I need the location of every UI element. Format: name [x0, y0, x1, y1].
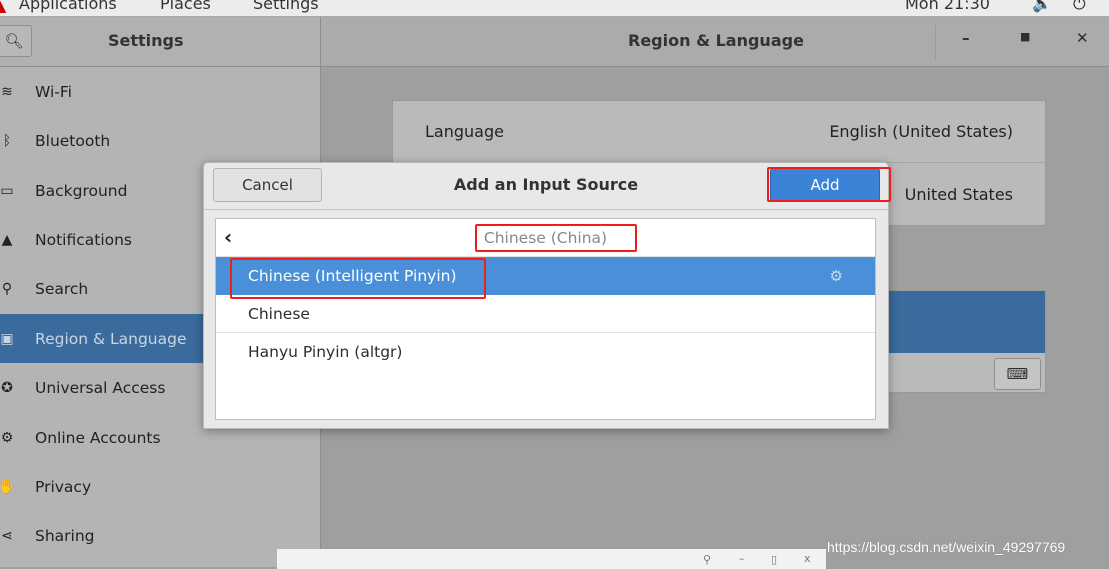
bell-icon: ▲ — [1, 231, 13, 248]
panel-title: Region & Language — [628, 31, 804, 50]
keyboard-layout-button[interactable]: ⌨ — [994, 358, 1041, 390]
search-icon: 🔍︎ — [4, 32, 24, 50]
settings-title: Settings — [108, 31, 184, 50]
sidebar-item-sharing[interactable]: ⋖ Sharing — [0, 511, 320, 560]
annotation-box-item — [230, 258, 486, 299]
annotation-box-add — [767, 167, 891, 202]
volume-icon[interactable]: 🔈 — [1032, 0, 1052, 13]
top-bar: ▲ Applications Places Settings Mon 21:30… — [0, 0, 1109, 17]
maximize-button[interactable]: ■ — [1020, 30, 1030, 43]
watermark: https://blog.csdn.net/weixin_49297769 — [827, 539, 1066, 555]
sidebar-item-wifi[interactable]: ≋ Wi-Fi — [0, 67, 320, 116]
camera-icon: ▣ — [0, 330, 14, 347]
accessibility-icon: ✪ — [1, 379, 13, 396]
settings-menu[interactable]: Settings — [253, 0, 319, 13]
share-icon: ⋖ — [1, 527, 13, 544]
settings-gear-icon[interactable]: ⚙ — [830, 267, 843, 285]
minimize-button[interactable]: – — [962, 29, 970, 47]
monitor-icon: ▭ — [0, 182, 14, 199]
sidebar-header: 🔍︎ Settings — [0, 17, 321, 67]
back-chevron-icon[interactable]: ‹ — [224, 225, 232, 249]
wifi-icon: ≋ — [1, 83, 13, 100]
close-icon[interactable]: x — [804, 552, 811, 565]
language-row[interactable]: Language English (United States) — [393, 101, 1045, 163]
maximize-icon[interactable]: ▯ — [771, 553, 777, 566]
sidebar-item-bluetooth[interactable]: ᛒ Bluetooth — [0, 116, 320, 165]
sidebar-item-privacy[interactable]: ✋ Privacy — [0, 462, 320, 511]
places-menu[interactable]: Places — [160, 0, 211, 13]
panel-header: Region & Language – ■ ✕ — [321, 17, 1109, 67]
keyboard-icon: ⌨ — [1006, 365, 1029, 383]
online-accounts-icon: ⚙ — [0, 429, 14, 446]
power-icon[interactable]: ⏻ — [1073, 0, 1086, 14]
clock[interactable]: Mon 21:30 — [905, 0, 990, 13]
list-item[interactable]: Chinese — [216, 295, 875, 333]
search-button[interactable]: 🔍︎ — [0, 25, 32, 57]
pin-icon[interactable]: ⚲ — [703, 553, 711, 566]
bluetooth-icon: ᛒ — [2, 132, 12, 149]
applications-menu[interactable]: Applications — [19, 0, 117, 13]
close-button[interactable]: ✕ — [1076, 29, 1089, 47]
hand-icon: ✋ — [0, 478, 16, 495]
annotation-box-group — [475, 224, 637, 252]
minimize-icon[interactable]: – — [739, 552, 745, 565]
search-icon: ⚲ — [1, 280, 13, 297]
redhat-icon: ▲ — [0, 0, 6, 15]
background-window-titlebar: ⚲ – ▯ x — [277, 549, 826, 569]
list-item[interactable]: Hanyu Pinyin (altgr) — [216, 333, 875, 371]
